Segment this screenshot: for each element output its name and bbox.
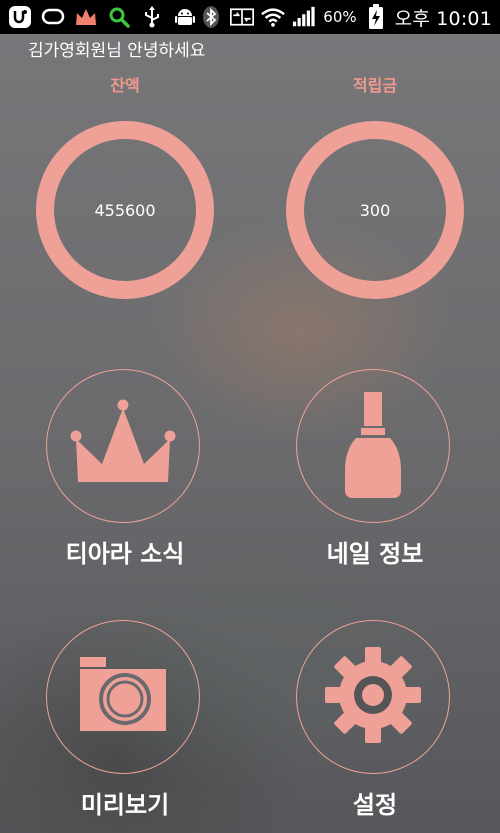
camera-icon	[78, 655, 168, 739]
greeting-text: 김가영회원님 안녕하세요	[28, 41, 206, 61]
data-transfer-icon	[230, 5, 255, 29]
gear-icon	[323, 645, 423, 749]
wifi-icon	[261, 5, 286, 29]
preview-button[interactable]	[46, 620, 200, 774]
preview-label[interactable]: 미리보기	[0, 785, 250, 820]
points-value: 300	[359, 200, 391, 220]
search-icon	[107, 5, 131, 29]
crown-icon	[68, 394, 178, 498]
tiara-news-label[interactable]: 티아라 소식	[0, 534, 250, 569]
balance-label: 잔액	[110, 76, 140, 95]
tiara-news-button[interactable]	[46, 369, 200, 523]
balance-value: 455600	[94, 200, 156, 220]
nail-info-button[interactable]	[296, 369, 450, 523]
points-label: 적립금	[352, 76, 398, 95]
battery-charging-icon	[364, 4, 388, 29]
clock: 오후 10:01	[394, 7, 492, 30]
signal-icon	[292, 5, 316, 29]
usb-icon	[140, 5, 164, 29]
crown-icon	[74, 5, 98, 29]
balance-ring[interactable]: 455600	[36, 121, 214, 299]
settings-button[interactable]	[296, 620, 450, 774]
bluetooth-icon	[199, 5, 223, 29]
nail-info-label[interactable]: 네일 정보	[250, 534, 500, 569]
status-bar: 60% 오후 10:01	[0, 0, 500, 34]
android-icon	[173, 5, 197, 29]
u-plus-icon	[8, 5, 32, 29]
nail-polish-icon	[343, 388, 403, 504]
chat-bubble-icon	[41, 5, 65, 29]
battery-percent: 60%	[323, 8, 357, 26]
points-ring[interactable]: 300	[286, 121, 464, 299]
settings-label[interactable]: 설정	[250, 785, 500, 820]
